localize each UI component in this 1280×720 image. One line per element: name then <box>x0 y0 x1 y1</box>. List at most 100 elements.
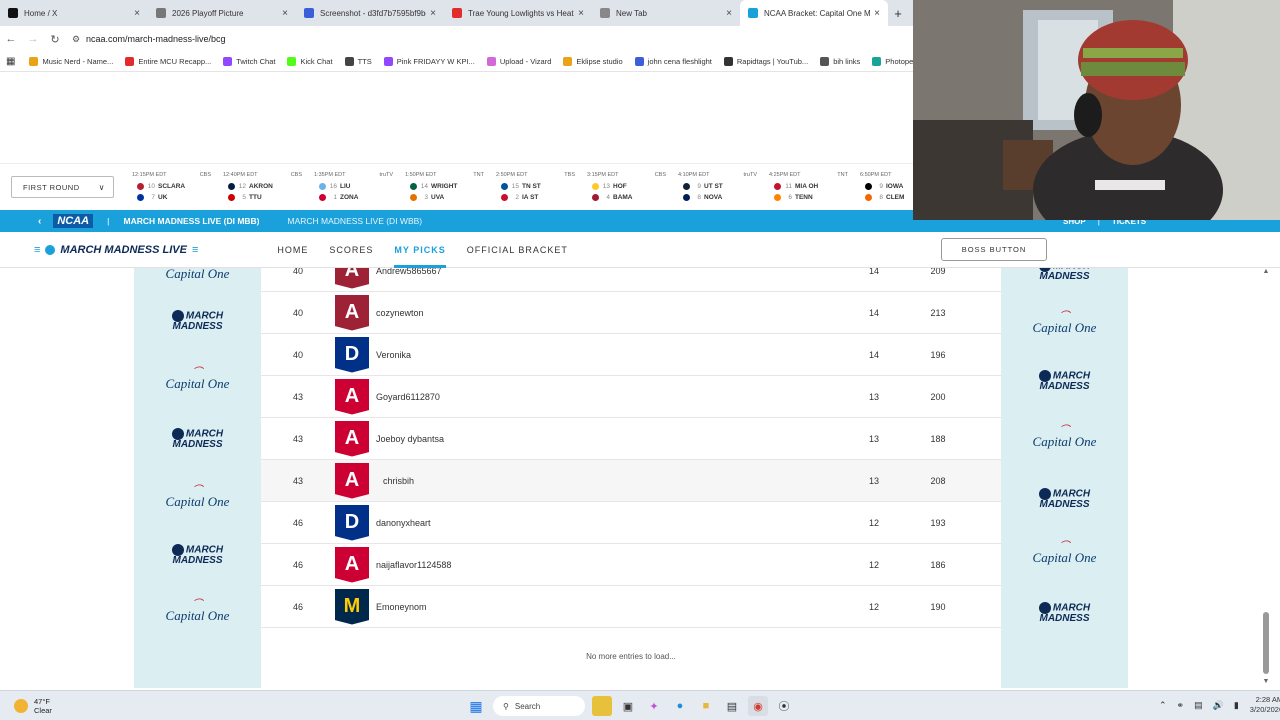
boss-button[interactable]: BOSS BUTTON <box>941 238 1047 261</box>
entry-username[interactable]: Andrew5865667 <box>376 268 842 276</box>
microphone-icon[interactable]: ⚭ <box>1177 700 1185 711</box>
bookmark-item[interactable]: TTS <box>344 57 372 66</box>
bookmark-item[interactable]: Twitch Chat <box>223 57 275 66</box>
table-row[interactable]: 46 Anaijaflavor1124588 12 186 <box>261 544 1001 586</box>
url-field[interactable]: ⚙ ncaa.com/march-madness-live/bcg <box>72 29 226 49</box>
store-icon[interactable]: ▤ <box>722 696 742 716</box>
page-scrollbar[interactable]: ▲ ▼ <box>1262 268 1270 688</box>
file-explorer-icon[interactable]: ■ <box>696 696 716 716</box>
table-row[interactable]: 43 A Goyard6112870 13 200 <box>261 376 1001 418</box>
clock[interactable]: 2:28 AM 3/20/2026 <box>1250 695 1280 715</box>
forward-icon[interactable]: → <box>22 33 44 45</box>
ticker-game[interactable]: 4:25PM EDT TNT 11 MIA OH 6 TENN <box>769 172 860 203</box>
bookmark-item[interactable]: bih links <box>820 57 860 66</box>
chevron-left-icon[interactable]: ‹ <box>38 216 41 227</box>
table-row[interactable]: 46 M Emoneynom 12 190 <box>261 586 1001 628</box>
nav-link-my-picks[interactable]: MY PICKS <box>394 232 447 268</box>
table-row[interactable]: 46 Ddanonyxheart 12 193 <box>261 502 1001 544</box>
browser-tab[interactable]: New Tab × <box>592 0 740 26</box>
copilot-icon[interactable]: ✦ <box>644 696 664 716</box>
battery-icon[interactable]: ▮ <box>1234 700 1239 711</box>
entry-username[interactable]: Emoneynom <box>376 602 842 612</box>
back-icon[interactable]: ← <box>0 33 22 45</box>
bookmark-item[interactable]: john cena fleshlight <box>634 57 712 66</box>
close-icon[interactable]: × <box>578 8 584 19</box>
march-madness-ad[interactable]: MARCHMADNESS <box>134 428 261 450</box>
ticker-game[interactable]: 3:15PM EDT CBS 13 HOF 4 BAMA <box>587 172 678 203</box>
volume-icon[interactable]: 🔊 <box>1213 700 1224 711</box>
table-row[interactable]: 40 Acozynewton 14 213 <box>261 292 1001 334</box>
bookmark-item[interactable]: Rapidtags | YouTub... <box>723 57 808 66</box>
weather-widget[interactable]: 47°F Clear <box>14 697 52 715</box>
march-madness-ad[interactable]: MARCHMADNESS <box>1001 268 1128 282</box>
capital-one-ad[interactable]: ⌒Capital One <box>1001 312 1128 336</box>
bookmark-item[interactable]: Eklipse studio <box>563 57 623 66</box>
bookmark-item[interactable]: Upload - Vizard <box>486 57 551 66</box>
new-tab-icon[interactable]: + <box>888 0 908 26</box>
ticker-game[interactable]: 1:50PM EDT TNT 14 WRIGHT 3 UVA <box>405 172 496 203</box>
table-row[interactable]: 40 A Andrew5865667 14 209 <box>261 268 1001 292</box>
capital-one-ad[interactable]: ⌒Capital One <box>134 368 261 392</box>
close-icon[interactable]: × <box>430 8 436 19</box>
entry-username[interactable]: Joeboy dybantsa <box>376 434 842 444</box>
ticker-game[interactable]: 1:35PM EDT truTV 16 LIU 1 ZONA <box>314 172 405 203</box>
march-madness-ad[interactable]: MARCHMADNESS <box>1001 488 1128 510</box>
chrome-icon[interactable]: ◉ <box>748 696 768 716</box>
capital-one-ad[interactable]: ⌒Capital One <box>134 268 261 282</box>
browser-tab[interactable]: Home / X × <box>0 0 148 26</box>
apps-icon[interactable]: ▦ <box>6 56 15 67</box>
browser-tab[interactable]: NCAA Bracket: Capital One Ma × <box>740 0 888 26</box>
table-row[interactable]: 43 A Joeboy dybantsa 13 188 <box>261 418 1001 460</box>
nav-link-home[interactable]: HOME <box>277 232 308 268</box>
bookmark-item[interactable]: Music Nerd - Name... <box>29 57 113 66</box>
entry-username[interactable]: chrisbih <box>376 476 842 486</box>
ticker-game[interactable]: 12:15PM EDT CBS 10 SCLARA 7 UK <box>132 172 223 203</box>
ncaa-logo[interactable]: NCAA <box>53 214 94 228</box>
nav-link-scores[interactable]: SCORES <box>329 232 373 268</box>
ncaabar-item-mbb[interactable]: MARCH MADNESS LIVE (DI MBB) <box>124 216 260 226</box>
scroll-up-icon[interactable]: ▲ <box>1262 268 1270 275</box>
round-dropdown[interactable]: FIRST ROUND ∨ <box>11 176 114 198</box>
close-icon[interactable]: × <box>874 8 880 19</box>
chevron-up-icon[interactable]: ⌃ <box>1159 700 1167 711</box>
march-madness-ad[interactable]: MARCHMADNESS <box>1001 370 1128 392</box>
march-madness-ad[interactable]: MARCHMADNESS <box>134 544 261 566</box>
network-icon[interactable]: ▤ <box>1194 700 1203 711</box>
browser-tab[interactable]: Screenshot - d3fd7b7595bf9be × <box>296 0 444 26</box>
close-icon[interactable]: × <box>134 8 140 19</box>
browser-tab[interactable]: 2026 Playoff Picture × <box>148 0 296 26</box>
capital-one-ad[interactable]: ⌒Capital One <box>1001 426 1128 450</box>
close-icon[interactable]: × <box>726 8 732 19</box>
start-icon[interactable]: ▦ <box>466 696 486 716</box>
bookmark-item[interactable]: Photopea <box>872 57 917 66</box>
march-madness-ad[interactable]: MARCHMADNESS <box>134 310 261 332</box>
march-madness-live-logo[interactable]: ≡ MARCH MADNESS LIVE ≡ <box>34 244 203 256</box>
nav-link-official-bracket[interactable]: OFFICIAL BRACKET <box>467 232 568 268</box>
capital-one-ad[interactable]: ⌒Capital One <box>134 486 261 510</box>
ticker-game[interactable]: 2:50PM EDT TBS 15 TN ST 2 IA ST <box>496 172 587 203</box>
entry-username[interactable]: Veronika <box>376 350 842 360</box>
bookmark-item[interactable]: Kick Chat <box>287 57 333 66</box>
entry-username[interactable]: cozynewton <box>376 308 842 318</box>
close-icon[interactable]: × <box>282 8 288 19</box>
browser-tab[interactable]: Trae Young Lowlights vs Heat × <box>444 0 592 26</box>
table-row[interactable]: 43 Achrisbih 13 208 <box>261 460 1001 502</box>
widgets-icon[interactable] <box>592 696 612 716</box>
capital-one-ad[interactable]: ⌒Capital One <box>134 600 261 624</box>
ncaabar-item-wbb[interactable]: MARCH MADNESS LIVE (DI WBB) <box>288 216 423 226</box>
table-row[interactable]: 40 D Veronika 14 196 <box>261 334 1001 376</box>
capital-one-ad[interactable]: ⌒Capital One <box>1001 542 1128 566</box>
ticker-game[interactable]: 12:40PM EDT CBS 12 AKRON 5 TTU <box>223 172 314 203</box>
site-info-icon[interactable]: ⚙ <box>72 34 86 45</box>
bookmark-item[interactable]: Entire MCU Recapp... <box>125 57 211 66</box>
bookmark-item[interactable]: Pink FRIDAYY W KPI... <box>383 57 475 66</box>
edge-icon[interactable]: ● <box>670 696 690 716</box>
obs-icon[interactable]: ⦿ <box>774 696 794 716</box>
march-madness-ad[interactable]: MARCHMADNESS <box>1001 602 1128 624</box>
scroll-down-icon[interactable]: ▼ <box>1262 678 1270 685</box>
taskbar-search[interactable]: ⚲ Search <box>493 696 585 716</box>
entry-username[interactable]: naijaflavor1124588 <box>376 560 842 570</box>
reload-icon[interactable]: ↻ <box>44 33 66 46</box>
ticker-game[interactable]: 4:10PM EDT truTV 9 UT ST 8 NOVA <box>678 172 769 203</box>
task-view-icon[interactable]: ▣ <box>618 696 638 716</box>
